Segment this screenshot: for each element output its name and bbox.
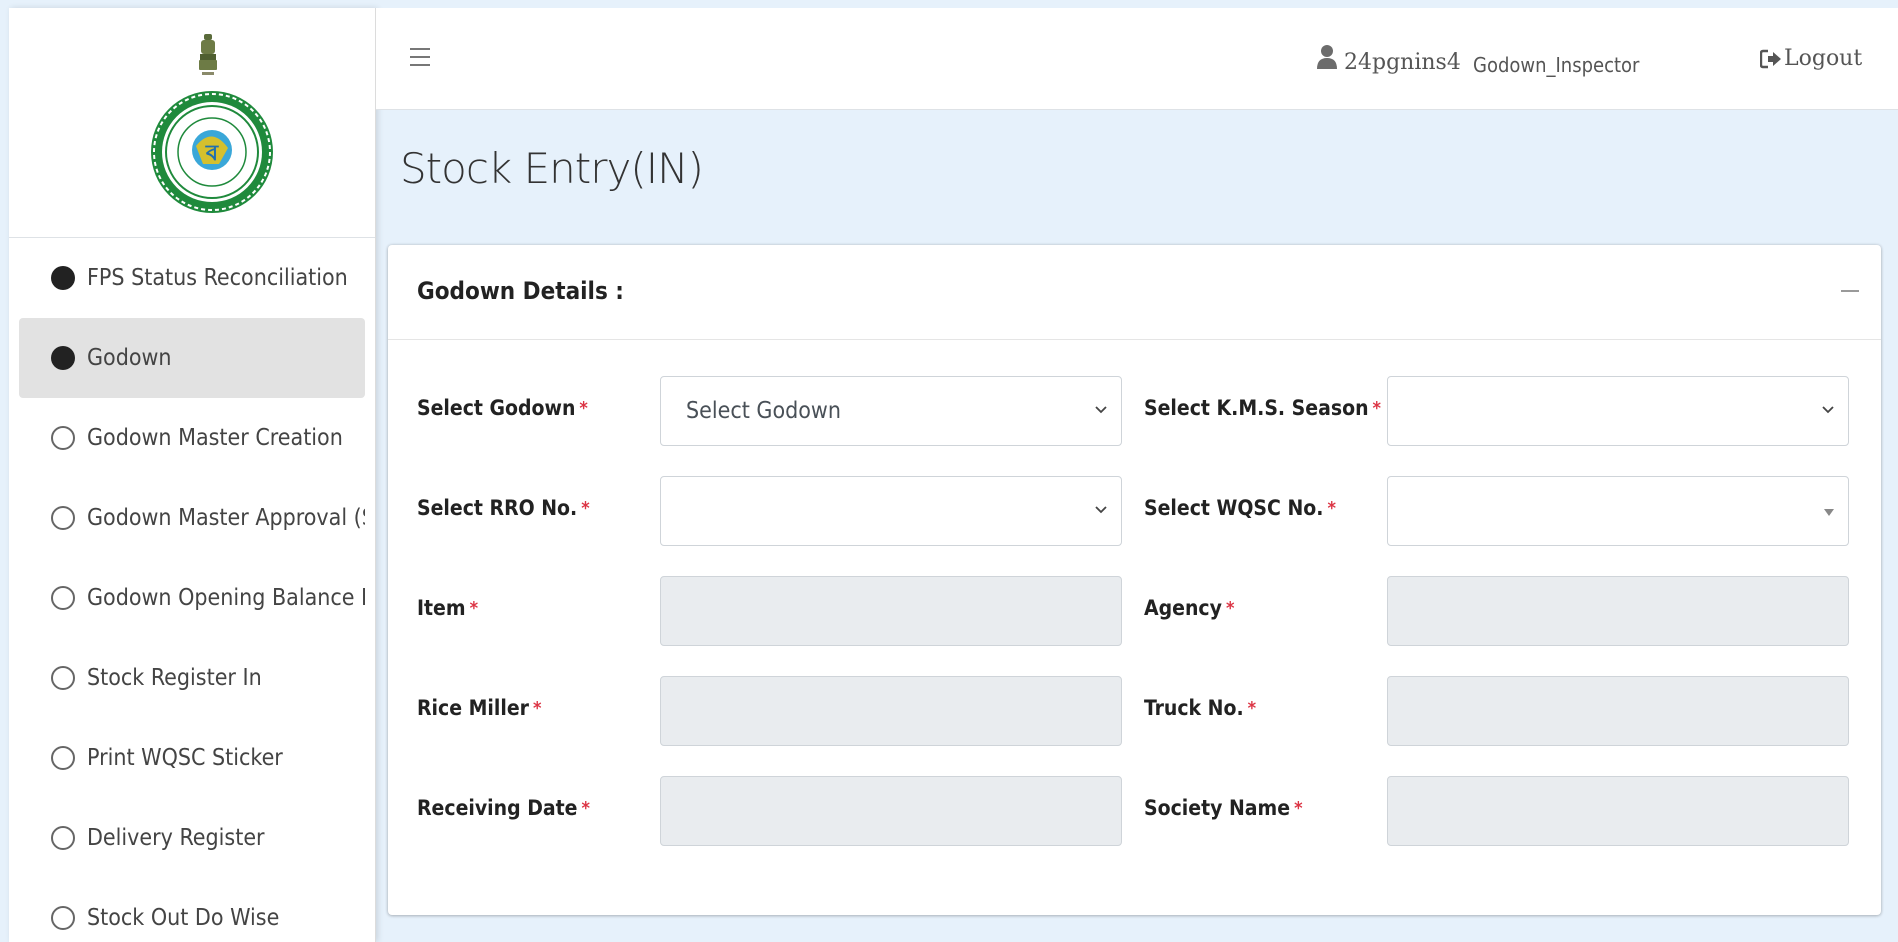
- state-emblem-icon: [199, 34, 217, 75]
- sidebar-item-label: Godown: [87, 345, 172, 371]
- filled-circle-icon: [51, 346, 75, 370]
- society-name-label: Society Name *: [1144, 796, 1303, 820]
- filled-circle-icon: [51, 266, 75, 290]
- sidebar: ব FPS Status Reconciliation Godown Godow…: [9, 8, 376, 942]
- chevron-down-icon: [1095, 406, 1107, 414]
- sidebar-item-label: Delivery Register: [87, 825, 265, 851]
- logout-icon: [1760, 49, 1781, 68]
- sidebar-item-stock-register-in[interactable]: Stock Register In: [19, 638, 365, 718]
- select-rro-no-dropdown[interactable]: [660, 476, 1122, 546]
- sidebar-item-godown-opening-balance[interactable]: Godown Opening Balance Er: [19, 558, 365, 638]
- truck-no-field: [1387, 676, 1849, 746]
- chevron-down-icon: [1822, 406, 1834, 414]
- caret-down-icon: [1824, 509, 1834, 516]
- circle-outline-icon: [51, 666, 75, 690]
- sidebar-item-delivery-register[interactable]: Delivery Register: [19, 798, 365, 878]
- user-role: Godown_Inspector: [1473, 53, 1640, 77]
- menu-icon[interactable]: [410, 48, 430, 72]
- rice-miller-label: Rice Miller *: [417, 696, 542, 720]
- select-wqsc-no-label: Select WQSC No. *: [1144, 496, 1336, 520]
- topbar: 24pgnins4 Godown_Inspector Logout: [376, 8, 1898, 110]
- circle-outline-icon: [51, 506, 75, 530]
- sidebar-item-label: FPS Status Reconciliation: [87, 265, 348, 291]
- agency-field: [1387, 576, 1849, 646]
- circle-outline-icon: [51, 906, 75, 930]
- sidebar-item-label: Godown Opening Balance Er: [87, 585, 365, 611]
- select-wqsc-no-dropdown[interactable]: [1387, 476, 1849, 546]
- rice-miller-field: [660, 676, 1122, 746]
- receiving-date-field: [660, 776, 1122, 846]
- sidebar-item-godown[interactable]: Godown: [19, 318, 365, 398]
- west-bengal-seal-icon: ব: [151, 91, 273, 213]
- item-field: [660, 576, 1122, 646]
- society-name-field: [1387, 776, 1849, 846]
- truck-no-label: Truck No. *: [1144, 696, 1257, 720]
- receiving-date-label: Receiving Date *: [417, 796, 590, 820]
- sidebar-item-godown-master-creation[interactable]: Godown Master Creation: [19, 398, 365, 478]
- chevron-down-icon: [1095, 506, 1107, 514]
- svg-text:ব: ব: [205, 141, 219, 166]
- circle-outline-icon: [51, 746, 75, 770]
- sidebar-item-label: Print WQSC Sticker: [87, 745, 283, 771]
- logo-area: ব: [9, 8, 375, 238]
- select-godown-label: Select Godown *: [417, 396, 588, 420]
- select-rro-no-label: Select RRO No. *: [417, 496, 590, 520]
- agency-label: Agency *: [1144, 596, 1235, 620]
- select-kms-season-dropdown[interactable]: [1387, 376, 1849, 446]
- select-godown-value: Select Godown: [686, 398, 841, 424]
- circle-outline-icon: [51, 826, 75, 850]
- godown-details-card: Godown Details : Select Godown * Select G…: [388, 245, 1881, 915]
- sidebar-item-godown-master-approval[interactable]: Godown Master Approval (Se: [19, 478, 365, 558]
- minus-icon[interactable]: [1841, 290, 1859, 292]
- select-godown-dropdown[interactable]: Select Godown: [660, 376, 1122, 446]
- sidebar-item-label: Stock Register In: [87, 665, 262, 691]
- card-header: Godown Details :: [388, 245, 1881, 340]
- sidebar-item-stock-out-do-wise[interactable]: Stock Out Do Wise: [19, 878, 365, 942]
- user-icon: [1317, 45, 1337, 69]
- sidebar-item-fps-status-reconciliation[interactable]: FPS Status Reconciliation: [19, 238, 365, 318]
- circle-outline-icon: [51, 426, 75, 450]
- card-title: Godown Details :: [417, 277, 624, 305]
- sidebar-item-label: Godown Master Creation: [87, 425, 343, 451]
- logout-label: Logout: [1784, 46, 1863, 71]
- sidebar-nav: FPS Status Reconciliation Godown Godown …: [9, 238, 375, 942]
- username: 24pgnins4: [1344, 50, 1461, 75]
- circle-outline-icon: [51, 586, 75, 610]
- select-kms-season-label: Select K.M.S. Season *: [1144, 396, 1381, 420]
- sidebar-item-label: Godown Master Approval (Se: [87, 505, 365, 531]
- page-title: Stock Entry(IN): [400, 144, 704, 193]
- sidebar-item-label: Stock Out Do Wise: [87, 905, 280, 931]
- item-label: Item *: [417, 596, 479, 620]
- sidebar-item-print-wqsc-sticker[interactable]: Print WQSC Sticker: [19, 718, 365, 798]
- logout-link[interactable]: Logout: [1760, 46, 1862, 71]
